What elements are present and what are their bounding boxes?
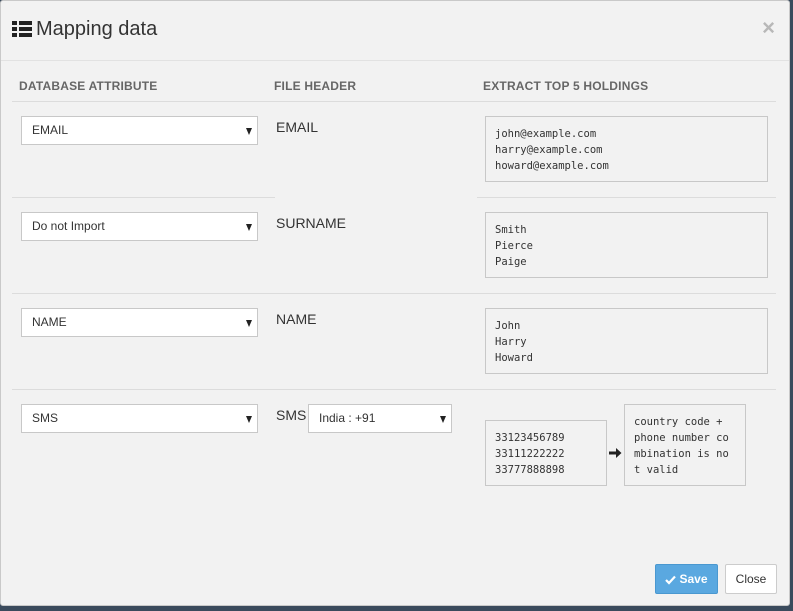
divider <box>477 197 776 198</box>
extract-values-sms: 33123456789 33111222222 33777888898 <box>485 420 607 486</box>
attribute-select-surname[interactable]: Do not Import <box>21 212 258 241</box>
attribute-select-value: NAME <box>32 315 67 329</box>
attribute-select-value: Do not Import <box>32 219 105 233</box>
list-icon <box>12 21 32 38</box>
caret-down-icon <box>440 416 446 423</box>
divider <box>12 197 275 198</box>
close-button[interactable]: Close <box>725 564 777 594</box>
attribute-select-value: SMS <box>32 411 59 425</box>
file-header-email: EMAIL <box>276 119 319 135</box>
dialog-header: Mapping data × <box>1 1 789 61</box>
column-header-extract: EXTRACT TOP 5 HOLDINGS <box>483 79 649 93</box>
attribute-select-email[interactable]: EMAIL <box>21 116 258 145</box>
mapping-dialog: Mapping data × DATABASE ATTRIBUTE FILE H… <box>0 0 790 606</box>
file-header-sms: SMS <box>276 407 307 423</box>
attribute-select-value: EMAIL <box>32 123 69 137</box>
caret-down-icon <box>246 320 252 327</box>
column-header-database-attribute: DATABASE ATTRIBUTE <box>19 79 158 93</box>
attribute-select-name[interactable]: NAME <box>21 308 258 337</box>
country-code-value: India : +91 <box>319 411 376 425</box>
file-header-surname: SURNAME <box>276 215 347 231</box>
extract-values-email: john@example.com harry@example.com howar… <box>485 116 768 182</box>
dialog-title: Mapping data <box>36 18 158 40</box>
close-icon[interactable]: × <box>762 17 775 39</box>
caret-down-icon <box>246 224 252 231</box>
arrow-right-icon <box>609 448 622 458</box>
attribute-select-sms[interactable]: SMS <box>21 404 258 433</box>
save-button[interactable]: Save <box>655 564 718 594</box>
extract-values-name: John Harry Howard <box>485 308 768 374</box>
divider <box>12 101 776 102</box>
column-header-file-header: FILE HEADER <box>274 79 357 93</box>
file-header-name: NAME <box>276 311 317 327</box>
caret-down-icon <box>246 416 252 423</box>
save-button-label: Save <box>679 572 708 586</box>
divider <box>12 293 776 294</box>
country-code-select[interactable]: India : +91 <box>308 404 452 433</box>
caret-down-icon <box>246 128 252 135</box>
check-icon <box>665 575 677 585</box>
divider <box>12 389 776 390</box>
extract-values-surname: Smith Pierce Paige <box>485 212 768 278</box>
validation-message: country code + phone number co mbination… <box>624 404 746 486</box>
